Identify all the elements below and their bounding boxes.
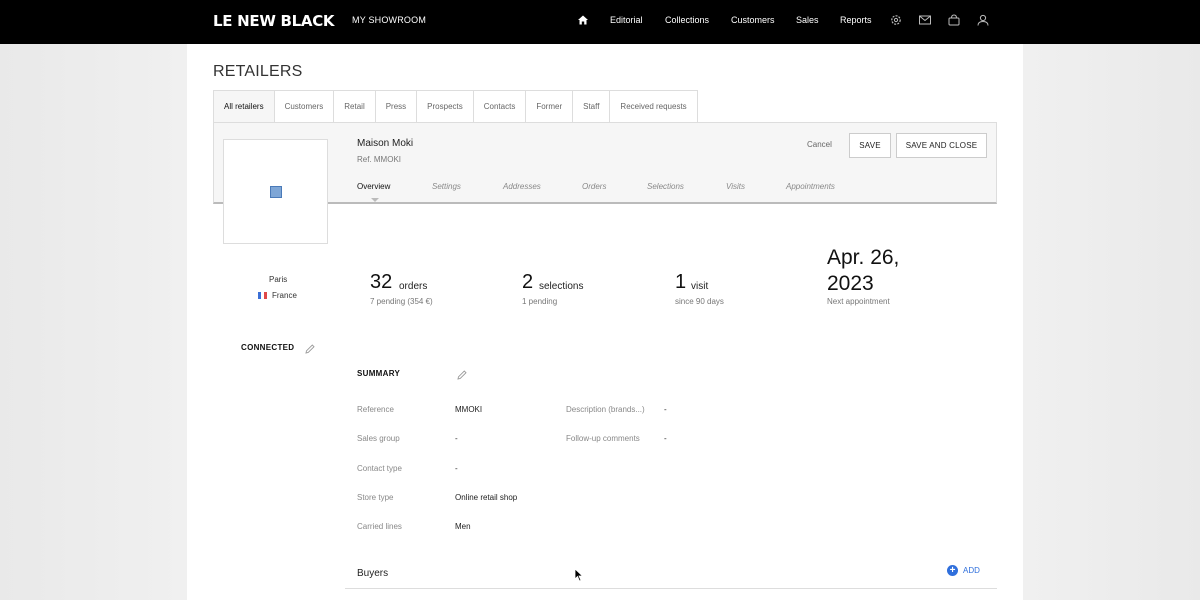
top-navigation-bar: LE NEW BLACK MY SHOWROOM Editorial Colle… bbox=[0, 0, 1200, 44]
next-appointment-label: Next appointment bbox=[827, 297, 890, 306]
image-placeholder-icon bbox=[269, 185, 282, 198]
edit-summary-pencil-icon[interactable] bbox=[456, 368, 468, 380]
retailer-country: France bbox=[258, 291, 297, 300]
tab-all-retailers[interactable]: All retailers bbox=[213, 90, 275, 123]
reference-value: MMOKI bbox=[455, 405, 483, 414]
store-type-label: Store type bbox=[357, 493, 394, 502]
connection-status: CONNECTED bbox=[241, 343, 295, 352]
home-icon[interactable] bbox=[576, 13, 590, 27]
save-and-close-button[interactable]: SAVE AND CLOSE bbox=[896, 133, 987, 158]
nav-reports[interactable]: Reports bbox=[840, 15, 872, 25]
active-subtab-indicator bbox=[371, 198, 379, 202]
nav-customers[interactable]: Customers bbox=[731, 15, 775, 25]
nav-editorial[interactable]: Editorial bbox=[610, 15, 643, 25]
subtab-appointments[interactable]: Appointments bbox=[786, 182, 835, 191]
description-label: Description (brands...) bbox=[566, 405, 645, 414]
selections-label: selections bbox=[539, 281, 584, 292]
france-flag-icon bbox=[258, 292, 267, 299]
followup-label: Follow-up comments bbox=[566, 434, 640, 443]
buyers-divider bbox=[345, 588, 997, 589]
subtab-visits[interactable]: Visits bbox=[726, 182, 745, 191]
visits-count: 1 bbox=[675, 271, 687, 293]
reference-label: Reference bbox=[357, 405, 394, 414]
followup-value: - bbox=[664, 434, 667, 443]
orders-count: 32 bbox=[370, 271, 393, 293]
retailer-city: Paris bbox=[269, 275, 288, 284]
tab-prospects[interactable]: Prospects bbox=[417, 90, 474, 123]
tab-press[interactable]: Press bbox=[375, 90, 418, 123]
visits-label: visit bbox=[691, 281, 709, 292]
subtab-selections[interactable]: Selections bbox=[647, 182, 684, 191]
cancel-button[interactable]: Cancel bbox=[807, 140, 832, 149]
description-value: - bbox=[664, 405, 667, 414]
store-type-value: Online retail shop bbox=[455, 493, 518, 502]
brand-logo[interactable]: LE NEW BLACK bbox=[213, 12, 335, 30]
subtab-orders[interactable]: Orders bbox=[582, 182, 606, 191]
tab-staff[interactable]: Staff bbox=[573, 90, 611, 123]
page-background-right bbox=[1023, 44, 1200, 600]
tab-contacts[interactable]: Contacts bbox=[473, 90, 527, 123]
selections-count: 2 bbox=[522, 271, 534, 293]
tab-retail[interactable]: Retail bbox=[334, 90, 376, 123]
contact-type-value: - bbox=[455, 464, 458, 473]
carried-lines-value: Men bbox=[455, 522, 471, 531]
orders-label: orders bbox=[399, 281, 428, 292]
orders-pending: 7 pending (354 €) bbox=[370, 297, 433, 306]
visits-period: since 90 days bbox=[675, 297, 724, 306]
showroom-link[interactable]: MY SHOWROOM bbox=[352, 15, 426, 25]
summary-title: SUMMARY bbox=[357, 369, 401, 378]
selections-pending: 1 pending bbox=[522, 297, 558, 306]
carried-lines-label: Carried lines bbox=[357, 522, 402, 531]
page-title: RETAILERS bbox=[213, 63, 303, 80]
mouse-cursor-icon bbox=[574, 568, 584, 582]
nav-collections[interactable]: Collections bbox=[665, 15, 709, 25]
subtab-settings[interactable]: Settings bbox=[432, 182, 461, 191]
retailer-avatar[interactable] bbox=[223, 139, 328, 244]
tab-former[interactable]: Former bbox=[526, 90, 574, 123]
add-buyer-label: ADD bbox=[963, 566, 980, 575]
next-appointment-date: Apr. 26, 2023 bbox=[827, 246, 900, 295]
subtab-addresses[interactable]: Addresses bbox=[503, 182, 541, 191]
sales-group-value: - bbox=[455, 434, 458, 443]
contact-type-label: Contact type bbox=[357, 464, 402, 473]
retailer-name: Maison Moki bbox=[357, 138, 414, 149]
retailer-country-label: France bbox=[272, 291, 297, 300]
plus-circle-icon: + bbox=[947, 565, 958, 576]
mail-icon[interactable] bbox=[918, 13, 932, 27]
bag-icon[interactable] bbox=[947, 13, 961, 27]
edit-status-pencil-icon[interactable] bbox=[304, 342, 316, 354]
sales-group-label: Sales group bbox=[357, 434, 400, 443]
page-background-left bbox=[0, 44, 187, 600]
nav-sales[interactable]: Sales bbox=[796, 15, 819, 25]
retailer-ref: Ref. MMOKI bbox=[357, 155, 402, 164]
add-buyer-button[interactable]: + ADD bbox=[947, 565, 980, 576]
user-icon[interactable] bbox=[976, 13, 990, 27]
retailer-tabs: All retailers Customers Retail Press Pro… bbox=[213, 90, 698, 123]
tab-received-requests[interactable]: Received requests bbox=[610, 90, 698, 123]
gear-icon[interactable] bbox=[889, 13, 903, 27]
buyers-title: Buyers bbox=[357, 568, 389, 579]
subtab-overview[interactable]: Overview bbox=[357, 182, 390, 191]
save-button[interactable]: SAVE bbox=[849, 133, 891, 158]
tab-customers[interactable]: Customers bbox=[274, 90, 335, 123]
